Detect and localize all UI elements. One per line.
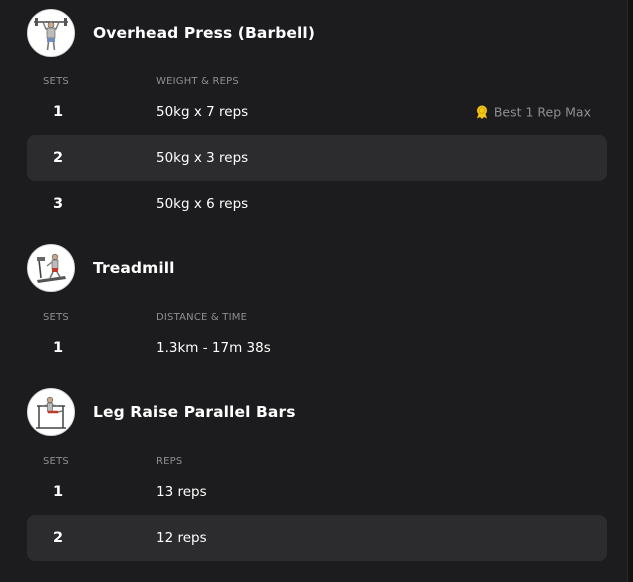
set-row: 1 1.3km - 17m 38s [27,325,607,371]
medal-icon [475,105,489,120]
treadmill-figure-icon [37,253,66,283]
set-row: 3 50kg x 6 reps [27,181,607,227]
metric-column-header: DISTANCE & TIME [156,312,248,323]
exercise-thumbnail[interactable] [27,388,75,436]
exercise-thumbnail[interactable] [27,9,75,57]
exercise-header-overhead-press[interactable]: Overhead Press (Barbell) [27,8,315,58]
overhead-press-figure-icon [34,18,68,51]
set-row: 2 50kg x 3 reps [27,135,607,181]
set-number: 3 [52,196,64,212]
personal-record-badge: Best 1 Rep Max [475,105,591,120]
set-number: 1 [52,484,64,500]
workout-detail-panel: Overhead Press (Barbell) SETS WEIGHT & R… [0,0,628,582]
set-row: 2 12 reps [27,515,607,561]
set-row: 1 13 reps [27,469,607,515]
set-value: 50kg x 6 reps [156,196,249,212]
exercise-title[interactable]: Overhead Press (Barbell) [93,24,315,42]
set-value: 13 reps [156,484,207,500]
set-row: 1 50kg x 7 reps Best 1 Rep Max [27,89,607,135]
set-value: 50kg x 7 reps [156,104,249,120]
set-number: 2 [52,530,64,546]
sets-column-header: SETS [43,312,69,323]
badge-label: Best 1 Rep Max [493,104,591,120]
set-number: 1 [52,340,64,356]
exercise-header-treadmill[interactable]: Treadmill [27,243,175,293]
exercise-title[interactable]: Treadmill [93,259,175,277]
metric-column-header: WEIGHT & REPS [156,76,239,87]
exercise-thumbnail[interactable] [27,244,75,292]
set-value: 1.3km - 17m 38s [156,340,271,356]
exercise-title[interactable]: Leg Raise Parallel Bars [93,403,296,421]
set-number: 1 [52,104,64,120]
exercise-header-leg-raise[interactable]: Leg Raise Parallel Bars [27,387,296,437]
sets-column-header: SETS [43,456,69,467]
set-number: 2 [52,150,64,166]
set-value: 50kg x 3 reps [156,150,249,166]
set-value: 12 reps [156,530,207,546]
sets-column-header: SETS [43,76,69,87]
leg-raise-figure-icon [36,396,66,429]
metric-column-header: REPS [156,456,183,467]
